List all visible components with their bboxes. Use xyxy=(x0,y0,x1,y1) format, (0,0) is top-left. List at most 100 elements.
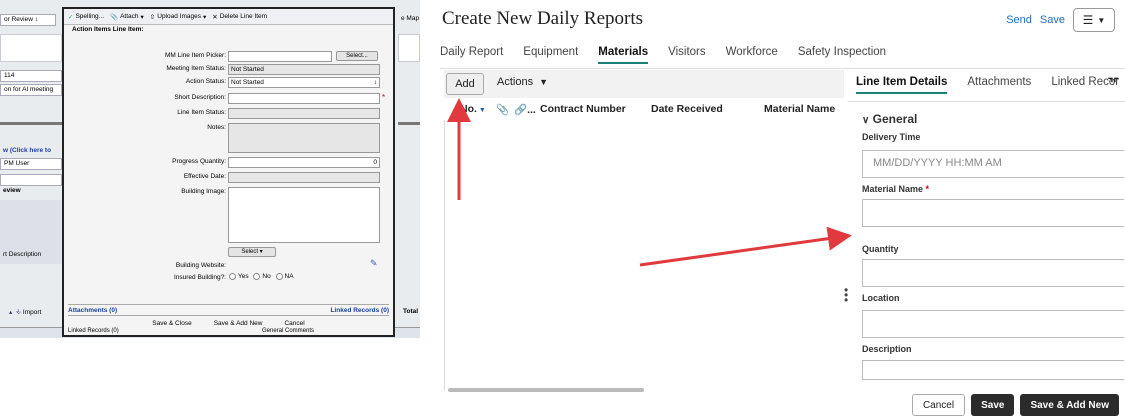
notes-row: Notes: xyxy=(64,123,393,153)
location-input[interactable] xyxy=(862,310,1124,338)
material-name-input[interactable] xyxy=(862,199,1124,227)
link-edit-icon[interactable]: ✎ xyxy=(370,258,378,269)
main-tabs: Daily Report Equipment Materials Visitor… xyxy=(440,46,886,64)
tab-attachments[interactable]: Attachments xyxy=(967,76,1031,94)
description-input[interactable] xyxy=(862,360,1124,380)
action-status-select[interactable]: Not Started ↕ xyxy=(228,77,380,88)
page-title: Create New Daily Reports xyxy=(442,8,644,29)
tab-daily-report[interactable]: Daily Report xyxy=(440,46,503,64)
short-desc-input[interactable] xyxy=(228,93,380,104)
bg-empty-field[interactable] xyxy=(0,174,62,186)
radio-yes[interactable] xyxy=(229,273,236,280)
upload-images-button[interactable]: ⇧ Upload Images ▾ xyxy=(150,13,206,21)
website-label: Building Website: xyxy=(175,262,226,269)
tab-equipment[interactable]: Equipment xyxy=(523,46,578,64)
pm-user-field[interactable]: PM User xyxy=(0,158,62,170)
building-image-select-button[interactable]: Select ▾ xyxy=(228,247,276,257)
meeting-status-label: Meeting Item Status: xyxy=(166,65,226,72)
meeting-status-value: Not Started xyxy=(228,64,380,75)
list-toolbar: Add Actions ▼ xyxy=(444,70,844,98)
mm-picker-label: MM Line Item Picker: xyxy=(164,52,226,59)
upload-icon: ⇧ xyxy=(149,13,156,21)
col-no-header[interactable]: No. ▼ xyxy=(460,103,486,115)
save-close-button[interactable]: Save & Close xyxy=(148,319,195,328)
meeting-status-row: Meeting Item Status: Not Started xyxy=(64,64,393,76)
general-section-header[interactable]: ∨ General xyxy=(862,112,917,126)
chevron-down-icon: ∨ xyxy=(862,115,870,126)
attachments-link[interactable]: Attachments (0) xyxy=(68,307,117,315)
tabs-divider xyxy=(440,68,1125,69)
progress-input[interactable]: 0 xyxy=(228,157,380,168)
line-status-value xyxy=(228,108,380,119)
save-add-new-button-legacy[interactable]: Save & Add New xyxy=(210,319,267,328)
expand-icon[interactable]: ⌝⌜ xyxy=(1108,76,1119,90)
col-link-header[interactable]: 🔗... xyxy=(514,103,536,116)
quantity-input[interactable] xyxy=(862,259,1124,287)
send-button[interactable]: Send xyxy=(1006,14,1032,26)
col-date-received-header[interactable]: Date Received xyxy=(651,103,723,115)
mm-picker-input[interactable] xyxy=(228,51,332,62)
click-here-link[interactable]: w (Click here to xyxy=(0,146,62,158)
linked-records-link[interactable]: Linked Records (0) xyxy=(330,307,389,315)
bg-linked-records: Linked Records (0) xyxy=(68,328,119,334)
notes-label: Notes: xyxy=(207,124,226,131)
tab-line-item-details[interactable]: Line Item Details xyxy=(856,76,948,94)
short-desc-row: Short Description: * xyxy=(64,93,393,105)
line-item-dialog: ✓ Spelling... 📎 Attach ▾ ⇧ Upload Images… xyxy=(62,7,395,337)
bg-general-comments: General Comments xyxy=(262,328,315,334)
bg-box xyxy=(0,34,62,62)
sort-desc-icon: ▼ xyxy=(476,107,486,114)
action-status-label: Action Status: xyxy=(185,78,226,85)
new-ui-panel: Create New Daily Reports Send Save ☰ ▼ D… xyxy=(430,0,1125,420)
caret-down-icon: ▼ xyxy=(1097,15,1106,25)
resize-handle-icon[interactable]: • • • xyxy=(844,284,848,306)
map-label: e Map xyxy=(401,15,420,22)
line-item-detail-pane: • • • Line Item Details Attachments Linked… xyxy=(844,70,1125,420)
save-link-button[interactable]: Save xyxy=(1040,14,1065,26)
attach-button[interactable]: 📎 Attach ▾ xyxy=(110,13,144,21)
import-button[interactable]: ▴ ⎀ Import xyxy=(6,307,62,319)
more-menu-button[interactable]: ☰ ▼ xyxy=(1073,8,1115,32)
short-desc-col: rt Description xyxy=(3,251,42,258)
action-status-row: Action Status: Not Started ↕ xyxy=(64,77,393,89)
location-label: Location xyxy=(862,293,900,303)
tab-materials[interactable]: Materials xyxy=(598,46,649,64)
delete-line-item-button[interactable]: ✕ Delete Line Item xyxy=(212,13,267,21)
hamburger-icon: ☰ xyxy=(1082,13,1094,27)
col-attachment-header[interactable]: 📎 xyxy=(496,103,509,116)
effective-date-row: Effective Date: xyxy=(64,172,393,184)
short-desc-label: Short Description: xyxy=(174,94,226,101)
add-button[interactable]: Add xyxy=(446,73,484,95)
detail-tabs: Line Item Details Attachments Linked Rec… xyxy=(856,76,1119,94)
spellcheck-icon: ✓ xyxy=(68,13,74,21)
radio-no[interactable] xyxy=(253,273,261,280)
radio-na[interactable] xyxy=(275,273,283,280)
mm-picker-select-button[interactable]: Select... xyxy=(336,51,378,61)
required-marker: * xyxy=(382,93,386,102)
header-actions: Send Save ☰ ▼ xyxy=(1006,8,1115,32)
status-select[interactable]: or Review ↕ xyxy=(0,14,56,26)
tab-visitors[interactable]: Visitors xyxy=(668,46,706,64)
legacy-ui-panel: or Review ↕ e Map 114 on for AI meeting … xyxy=(0,0,420,338)
horizontal-scrollbar[interactable] xyxy=(448,388,644,392)
spelling-button[interactable]: ✓ Spelling... xyxy=(68,13,104,21)
cancel-button[interactable]: Cancel xyxy=(911,394,966,416)
mm-picker-row: MM Line Item Picker: Select... xyxy=(64,51,393,63)
save-button[interactable]: Save xyxy=(971,394,1015,416)
col-material-name-header[interactable]: Material Name xyxy=(764,103,835,115)
col-contract-number-header[interactable]: Contract Number xyxy=(540,103,626,115)
actions-menu-button[interactable]: Actions ▼ xyxy=(497,76,548,88)
save-add-new-button[interactable]: Save & Add New xyxy=(1020,394,1119,416)
building-image-box[interactable] xyxy=(228,187,380,243)
detail-tabs-divider xyxy=(848,101,1125,102)
line-status-label: Line Item Status: xyxy=(177,109,226,116)
notes-textarea[interactable] xyxy=(228,123,380,153)
materials-list-pane: Add Actions ▼ No. ▼ 📎 🔗... Contract Numb… xyxy=(444,70,844,400)
review-label: eview xyxy=(3,187,21,194)
delivery-time-input[interactable]: MM/DD/YYYY HH:MM AM xyxy=(862,150,1124,178)
tab-workforce[interactable]: Workforce xyxy=(726,46,778,64)
tab-safety-inspection[interactable]: Safety Inspection xyxy=(798,46,886,64)
quantity-label: Quantity xyxy=(862,244,899,254)
effective-date-label: Effective Date: xyxy=(183,173,226,180)
paperclip-icon: 📎 xyxy=(110,13,119,21)
